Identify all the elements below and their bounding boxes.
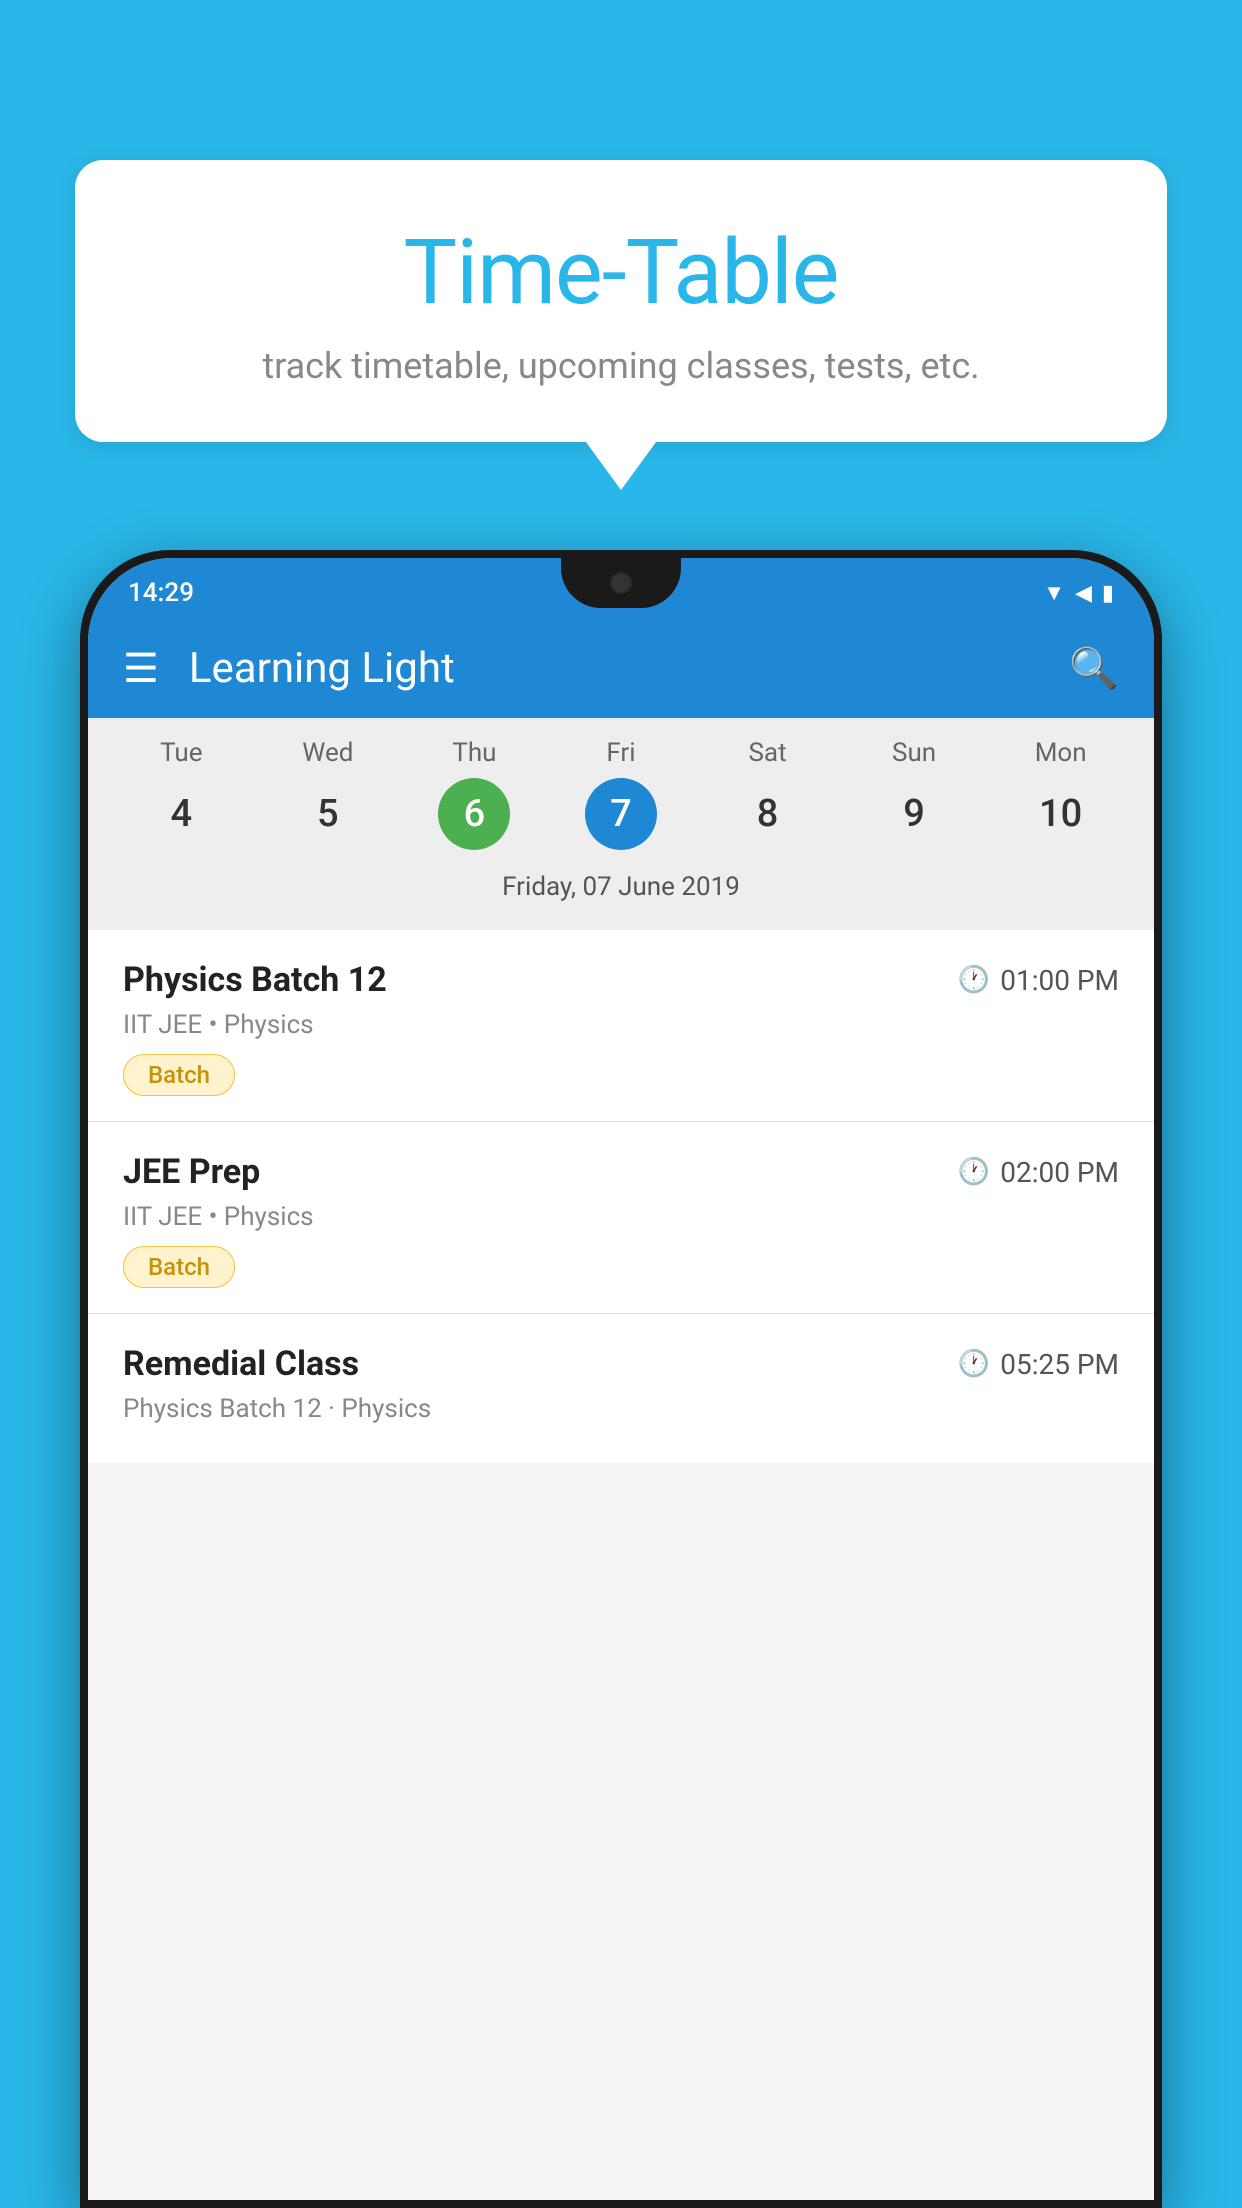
card-subtitle: track timetable, upcoming classes, tests… <box>125 345 1117 387</box>
day-name-thu: Thu <box>452 738 496 768</box>
day-name-sun: Sun <box>892 738 936 768</box>
day-number-thu: 6 <box>438 778 510 850</box>
time-value-2: 02:00 PM <box>1000 1156 1119 1189</box>
day-cell-thu[interactable]: Thu 6 <box>409 738 539 850</box>
class-item-jee-prep[interactable]: JEE Prep 🕐 02:00 PM IIT JEE • Physics Ba… <box>88 1122 1154 1314</box>
day-number-tue: 4 <box>145 778 217 850</box>
day-name-tue: Tue <box>160 738 202 768</box>
day-number-mon: 10 <box>1025 778 1097 850</box>
day-name-sat: Sat <box>748 738 786 768</box>
day-cell-mon[interactable]: Mon 10 <box>996 738 1126 850</box>
class-time-2: 🕐 02:00 PM <box>958 1156 1119 1189</box>
phone-notch <box>561 558 681 608</box>
wifi-icon: ▼ <box>1043 580 1065 606</box>
intro-card: Time-Table track timetable, upcoming cla… <box>75 160 1167 442</box>
class-time-1: 🕐 01:00 PM <box>958 964 1119 997</box>
class-header-2: JEE Prep 🕐 02:00 PM <box>123 1152 1119 1192</box>
day-row: Tue 4 Wed 5 Thu 6 Fri 7 <box>88 738 1154 850</box>
phone-screen: 14:29 ▼ ◀ ▮ ☰ Learning Light 🔍 Tue 4 <box>88 558 1154 2200</box>
day-number-sun: 9 <box>878 778 950 850</box>
class-subtitle-3: Physics Batch 12 · Physics <box>123 1394 1119 1424</box>
class-list: Physics Batch 12 🕐 01:00 PM IIT JEE • Ph… <box>88 930 1154 1463</box>
clock-icon-1: 🕐 <box>958 965 990 995</box>
menu-icon[interactable]: ☰ <box>123 645 159 692</box>
class-subtitle-1: IIT JEE • Physics <box>123 1010 1119 1040</box>
day-name-fri: Fri <box>606 738 635 768</box>
status-icons: ▼ ◀ ▮ <box>1043 580 1114 606</box>
day-name-mon: Mon <box>1035 738 1087 768</box>
class-item-remedial[interactable]: Remedial Class 🕐 05:25 PM Physics Batch … <box>88 1314 1154 1463</box>
batch-badge-2: Batch <box>123 1246 235 1288</box>
class-name-2: JEE Prep <box>123 1152 260 1192</box>
status-time: 14:29 <box>128 578 194 608</box>
day-cell-tue[interactable]: Tue 4 <box>116 738 246 850</box>
time-value-3: 05:25 PM <box>1000 1348 1119 1381</box>
battery-icon: ▮ <box>1102 581 1114 606</box>
class-header-1: Physics Batch 12 🕐 01:00 PM <box>123 960 1119 1000</box>
selected-date: Friday, 07 June 2019 <box>88 860 1154 920</box>
class-name-1: Physics Batch 12 <box>123 960 387 1000</box>
day-cell-fri[interactable]: Fri 7 <box>556 738 686 850</box>
class-time-3: 🕐 05:25 PM <box>958 1348 1119 1381</box>
clock-icon-3: 🕐 <box>958 1349 990 1379</box>
signal-icon: ◀ <box>1075 581 1092 606</box>
camera-dot <box>610 572 632 594</box>
time-value-1: 01:00 PM <box>1000 964 1119 997</box>
search-icon[interactable]: 🔍 <box>1069 645 1119 692</box>
clock-icon-2: 🕐 <box>958 1157 990 1187</box>
day-number-wed: 5 <box>292 778 364 850</box>
day-cell-sat[interactable]: Sat 8 <box>703 738 833 850</box>
class-subtitle-2: IIT JEE • Physics <box>123 1202 1119 1232</box>
app-title: Learning Light <box>189 644 1039 693</box>
phone-frame: 14:29 ▼ ◀ ▮ ☰ Learning Light 🔍 Tue 4 <box>80 550 1162 2208</box>
calendar-section: Tue 4 Wed 5 Thu 6 Fri 7 <box>88 718 1154 930</box>
day-cell-wed[interactable]: Wed 5 <box>263 738 393 850</box>
day-name-wed: Wed <box>302 738 353 768</box>
day-number-sat: 8 <box>732 778 804 850</box>
day-cell-sun[interactable]: Sun 9 <box>849 738 979 850</box>
batch-badge-1: Batch <box>123 1054 235 1096</box>
class-item-physics-batch[interactable]: Physics Batch 12 🕐 01:00 PM IIT JEE • Ph… <box>88 930 1154 1122</box>
day-number-fri: 7 <box>585 778 657 850</box>
app-bar: ☰ Learning Light 🔍 <box>88 618 1154 718</box>
class-name-3: Remedial Class <box>123 1344 359 1384</box>
class-header-3: Remedial Class 🕐 05:25 PM <box>123 1344 1119 1384</box>
card-title: Time-Table <box>125 220 1117 325</box>
